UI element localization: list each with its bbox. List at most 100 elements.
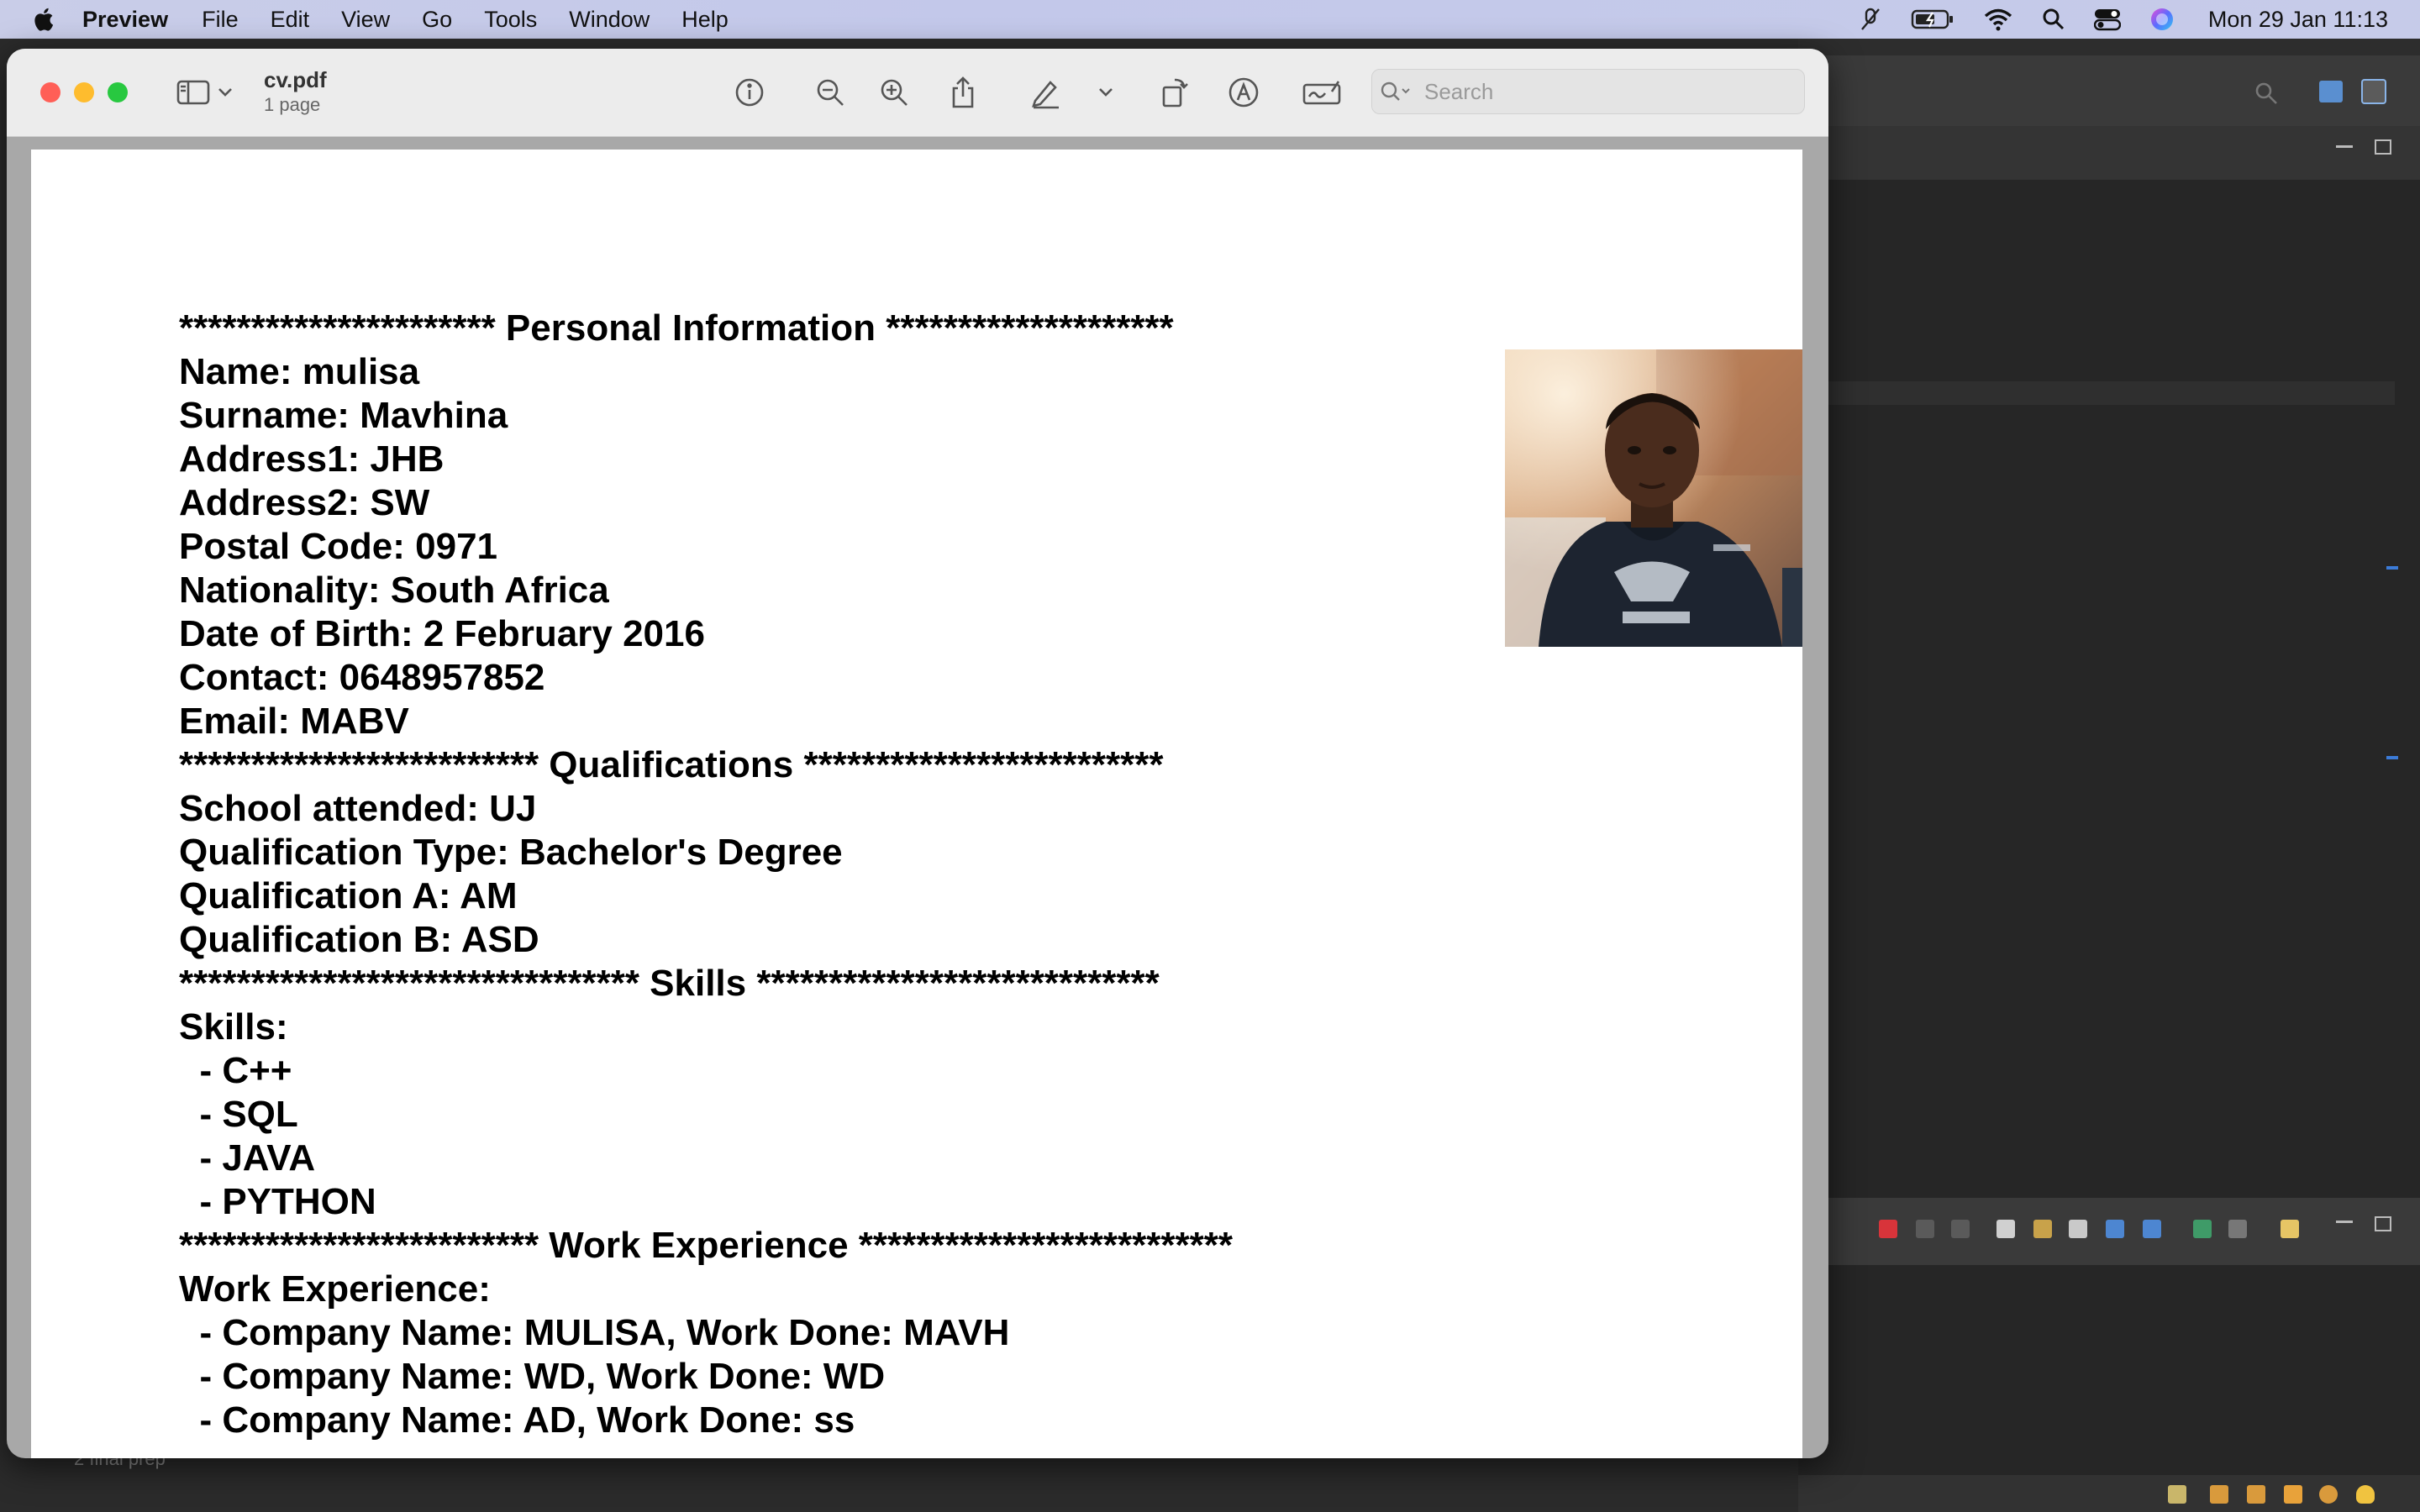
ide-console-area[interactable] (1798, 1265, 2420, 1475)
menu-window[interactable]: Window (569, 7, 650, 33)
java-perspective-icon[interactable] (2361, 79, 2386, 104)
book-icon[interactable] (2210, 1485, 2228, 1504)
minimize-button[interactable] (74, 82, 94, 102)
overview-ruler-mark[interactable] (2386, 756, 2398, 759)
document-page-count: 1 page (264, 94, 321, 115)
remove-launch-icon[interactable] (1916, 1220, 1934, 1238)
preview-toolbar: cv.pdf 1 page (7, 49, 1828, 137)
section-header: ********************** Personal Informat… (179, 307, 1174, 349)
ide-toolbar (1798, 55, 2420, 126)
console-page-icon[interactable] (1996, 1220, 2015, 1238)
maximize-view-icon[interactable] (2375, 1216, 2391, 1231)
cv-line: Address1: JHB (179, 438, 445, 480)
highlight-pen-icon[interactable] (1027, 74, 1064, 111)
document-title: cv.pdf (264, 67, 327, 92)
search-input[interactable] (1423, 77, 1779, 106)
zoom-in-icon[interactable] (876, 74, 913, 111)
menu-view[interactable]: View (341, 7, 390, 33)
menu-file[interactable]: File (202, 7, 239, 33)
cv-line: Name: mulisa (179, 351, 420, 392)
pdf-page[interactable]: ********************** Personal Informat… (31, 150, 1802, 1458)
status-area: Mon 29 Jan 11:13 (1830, 0, 2420, 39)
signature-icon[interactable] (1301, 74, 1343, 111)
profile-photo (1505, 349, 1802, 647)
minimize-view-icon[interactable] (2336, 143, 2353, 148)
cv-line: Postal Code: 0971 (179, 526, 498, 567)
background-ide-window (1798, 39, 2420, 1512)
search-icon[interactable] (2254, 81, 2279, 106)
siri-icon[interactable] (2149, 7, 2175, 32)
cv-line: Nationality: South Africa (179, 570, 609, 611)
perspective-icon[interactable] (2319, 81, 2343, 102)
sidebar-toggle-icon[interactable] (175, 74, 212, 111)
apple-menu-icon[interactable] (32, 7, 54, 32)
rotate-icon[interactable] (1156, 74, 1193, 111)
cv-line: - Company Name: AD, Work Done: ss (179, 1399, 855, 1441)
ide-console-toolbar (1798, 1198, 2420, 1265)
cv-line: - Company Name: MULISA, Work Done: MAVH (179, 1312, 1010, 1353)
cv-line: Address2: SW (179, 482, 430, 523)
cv-line: - PYTHON (179, 1181, 376, 1222)
close-button[interactable] (40, 82, 60, 102)
menu-help[interactable]: Help (681, 7, 729, 33)
share-icon[interactable] (944, 74, 981, 111)
ide-view-header (1798, 126, 2420, 181)
cv-line: - Company Name: WD, Work Done: WD (179, 1356, 886, 1397)
battery-charging-icon[interactable] (1911, 8, 1954, 30)
git-icon[interactable] (2168, 1485, 2186, 1504)
cv-line: Qualification A: AM (179, 875, 518, 916)
cv-line: - JAVA (179, 1137, 316, 1179)
show-output-icon[interactable] (2106, 1220, 2124, 1238)
zoom-out-icon[interactable] (812, 74, 849, 111)
cv-line: - SQL (179, 1094, 298, 1135)
ide-editor-area[interactable] (1798, 180, 2420, 1238)
spotlight-search-icon[interactable] (2042, 8, 2065, 31)
cv-line: Email: MABV (179, 701, 409, 742)
chevron-down-icon[interactable] (1096, 74, 1116, 111)
word-wrap-icon[interactable] (2069, 1220, 2087, 1238)
remove-all-icon[interactable] (1951, 1220, 1970, 1238)
menu-clock[interactable]: Mon 29 Jan 11:13 (2208, 7, 2388, 33)
zoom-button[interactable] (108, 82, 128, 102)
display-console-icon[interactable] (2228, 1220, 2247, 1238)
wand-icon[interactable] (2284, 1485, 2302, 1504)
section-header: ************************* Work Experienc… (179, 1225, 1233, 1266)
pin-console-icon[interactable] (2193, 1220, 2212, 1238)
section-header: ************************* Qualifications… (179, 744, 1164, 785)
cv-line: School attended: UJ (179, 788, 537, 829)
ide-status-bar (1798, 1475, 2420, 1512)
settings-icon[interactable] (2319, 1485, 2338, 1504)
preview-window: cv.pdf 1 page Search *******************… (7, 49, 1828, 1458)
control-center-icon[interactable] (2093, 8, 2121, 31)
terminate-icon[interactable] (1879, 1220, 1897, 1238)
wifi-icon[interactable] (1983, 8, 2013, 31)
chevron-down-icon[interactable] (215, 74, 235, 111)
graduation-icon[interactable] (2247, 1485, 2265, 1504)
mic-muted-icon[interactable] (1859, 7, 1882, 32)
tip-bulb-icon[interactable] (2356, 1485, 2375, 1504)
menu-edit[interactable]: Edit (271, 7, 310, 33)
info-icon[interactable] (731, 74, 768, 111)
search-icon (1381, 81, 1410, 101)
show-error-icon[interactable] (2143, 1220, 2161, 1238)
cv-line: Work Experience: (179, 1268, 491, 1310)
cv-line: Date of Birth: 2 February 2016 (179, 613, 705, 654)
search-field[interactable] (1371, 69, 1805, 114)
maximize-view-icon[interactable] (2375, 139, 2391, 155)
menu-go[interactable]: Go (422, 7, 452, 33)
markup-icon[interactable] (1225, 74, 1262, 111)
cv-line: Contact: 0648957852 (179, 657, 545, 698)
minimize-view-icon[interactable] (2336, 1218, 2353, 1223)
current-line-highlight (1823, 381, 2395, 405)
menu-bar: Preview File Edit View Go Tools Window H… (0, 0, 2420, 39)
cv-line: - C++ (179, 1050, 292, 1091)
section-header: ******************************** Skills … (179, 963, 1160, 1004)
overview-ruler-mark[interactable] (2386, 566, 2398, 570)
menu-tools[interactable]: Tools (484, 7, 537, 33)
cv-line: Skills: (179, 1006, 288, 1047)
cv-line: Qualification B: ASD (179, 919, 539, 960)
cv-line: Surname: Mavhina (179, 395, 508, 436)
menu-app-name[interactable]: Preview (82, 7, 168, 33)
scroll-lock-icon[interactable] (2033, 1220, 2052, 1238)
new-console-icon[interactable] (2281, 1220, 2299, 1238)
